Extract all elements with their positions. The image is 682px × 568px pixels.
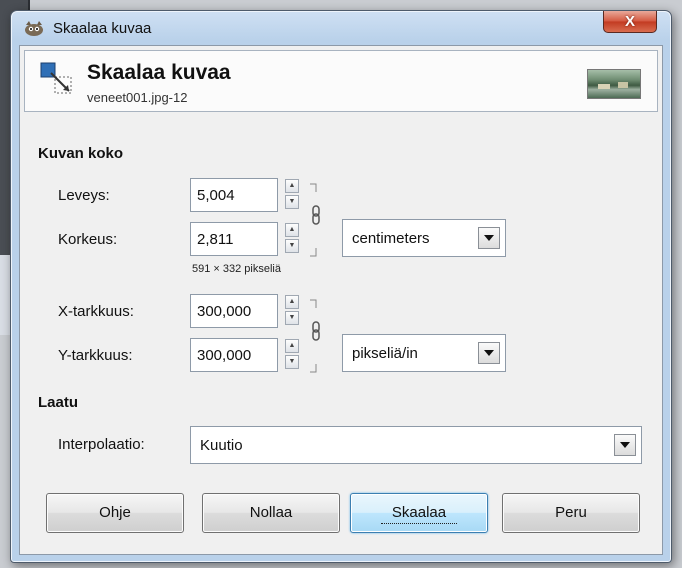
spin-down-icon[interactable]: ▼ [285,355,299,369]
interpolation-value: Kuutio [200,437,243,454]
help-button[interactable]: Ohje [46,493,184,533]
size-unit-select[interactable]: centimeters [342,219,506,257]
scale-button-label: Skaalaa [391,504,447,521]
scale-tool-icon [40,62,72,94]
y-resolution-input[interactable]: 300,000 [190,338,278,372]
x-resolution-spinner[interactable]: ▲ ▼ [285,295,300,325]
scale-image-dialog: Skaalaa kuvaa X Skaalaa kuvaa veneet001.… [10,10,672,563]
x-resolution-label: X-tarkkuus: [58,303,134,320]
gimp-app-icon [25,21,43,36]
height-input[interactable]: 2,811 [190,222,278,256]
focus-indicator [381,523,457,524]
reset-button[interactable]: Nollaa [202,493,340,533]
height-spinner[interactable]: ▲ ▼ [285,223,300,253]
y-resolution-spinner[interactable]: ▲ ▼ [285,339,300,369]
interpolation-select[interactable]: Kuutio [190,426,642,464]
spin-down-icon[interactable]: ▼ [285,195,299,209]
resolution-unit-select[interactable]: pikseliä/in [342,334,506,372]
close-icon: X [624,13,635,30]
resolution-unit-value: pikseliä/in [352,345,418,362]
window-title: Skaalaa kuvaa [53,19,152,37]
header-title: Skaalaa kuvaa [87,61,231,84]
image-size-section-title: Kuvan koko [38,145,124,162]
width-input[interactable]: 5,004 [190,178,278,212]
height-label: Korkeus: [58,231,118,248]
width-label: Leveys: [58,187,110,204]
chevron-down-icon[interactable] [478,227,500,249]
header-subtitle: veneet001.jpg-12 [87,90,188,105]
chain-link-icon[interactable] [306,182,328,258]
spin-up-icon[interactable]: ▲ [285,339,299,353]
spin-down-icon[interactable]: ▼ [285,311,299,325]
spin-down-icon[interactable]: ▼ [285,239,299,253]
spin-up-icon[interactable]: ▲ [285,223,299,237]
dialog-content: Skaalaa kuvaa veneet001.jpg-12 Kuvan kok… [19,45,663,555]
cancel-button[interactable]: Peru [502,493,640,533]
image-thumbnail [587,69,641,99]
quality-section-title: Laatu [38,394,79,411]
spin-up-icon[interactable]: ▲ [285,179,299,193]
x-resolution-input[interactable]: 300,000 [190,294,278,328]
interpolation-label: Interpolaatio: [58,436,145,453]
dialog-header: Skaalaa kuvaa veneet001.jpg-12 [24,50,658,112]
size-unit-value: centimeters [352,230,430,247]
chevron-down-icon[interactable] [478,342,500,364]
close-button[interactable]: X [603,11,657,33]
pixel-size-note: 591 × 332 pikseliä [192,263,281,275]
chevron-down-icon[interactable] [614,434,636,456]
y-resolution-label: Y-tarkkuus: [58,347,133,364]
title-bar[interactable]: Skaalaa kuvaa [11,11,671,45]
scale-button[interactable]: Skaalaa [350,493,488,533]
width-spinner[interactable]: ▲ ▼ [285,179,300,209]
spin-up-icon[interactable]: ▲ [285,295,299,309]
resolution-chain-link-icon[interactable] [306,298,328,374]
